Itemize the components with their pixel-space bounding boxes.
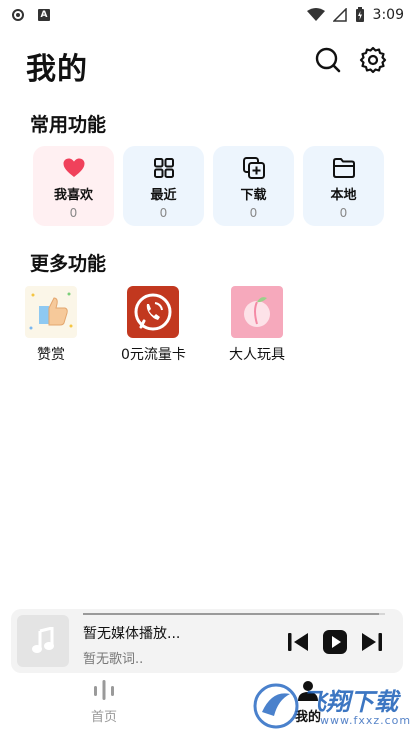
watermark: 飞翔下载 www.fxxz.com (250, 678, 410, 736)
player-lyrics: 暂无歌词.. (83, 652, 144, 667)
mini-player[interactable]: 暂无媒体播放... 暂无歌词.. (11, 609, 403, 673)
download-card[interactable]: 下载 0 (213, 146, 294, 226)
signal-icon (332, 8, 347, 22)
status-bar: A 3:09 (0, 0, 414, 30)
download-label: 下载 (240, 188, 267, 203)
recent-count: 0 (159, 206, 168, 220)
nav-home-label: 首页 (90, 710, 117, 725)
watermark-text: 飞翔下载 (302, 688, 398, 716)
favorites-card[interactable]: 我喜欢 0 (33, 146, 114, 226)
local-card[interactable]: 本地 0 (303, 146, 384, 226)
watermark-url: www.fxxz.com (320, 714, 412, 727)
data-card-item[interactable]: 0元流量卡 (121, 286, 186, 364)
wifi-icon (306, 8, 325, 21)
common-functions-title: 常用功能 (30, 114, 107, 136)
thumbs-up-icon (25, 286, 77, 338)
favorites-label: 我喜欢 (53, 188, 93, 203)
search-icon[interactable] (314, 46, 342, 74)
settings-icon[interactable] (359, 46, 387, 74)
phone-card-icon (127, 286, 180, 338)
more-functions-title: 更多功能 (30, 253, 107, 275)
data-card-label: 0元流量卡 (121, 347, 186, 363)
appreciate-label: 赞赏 (37, 347, 65, 363)
adult-toys-label: 大人玩具 (229, 347, 285, 363)
nav-home[interactable]: 首页 (64, 678, 144, 725)
local-count: 0 (339, 206, 348, 220)
grid-icon (153, 158, 174, 178)
adult-toys-item[interactable]: 大人玩具 (229, 286, 285, 364)
text-a-icon: A (38, 9, 50, 21)
play-icon[interactable] (322, 629, 348, 655)
download-icon (242, 157, 265, 179)
album-art[interactable] (17, 615, 69, 667)
appreciate-item[interactable]: 赞赏 (25, 286, 77, 364)
soundwave-icon (94, 680, 114, 700)
common-functions-row: 我喜欢 0 最近 0 下载 0 本地 0 (33, 146, 384, 226)
heart-icon (63, 158, 84, 177)
record-icon (12, 9, 24, 21)
next-icon[interactable] (359, 629, 385, 655)
player-progress-fill (83, 613, 379, 615)
player-progress-bar[interactable] (83, 613, 385, 615)
music-note-icon (32, 627, 54, 653)
recent-label: 最近 (150, 188, 177, 203)
favorites-count: 0 (69, 206, 78, 220)
player-title: 暂无媒体播放... (83, 626, 181, 642)
watermark-logo-icon (253, 683, 299, 729)
local-label: 本地 (330, 188, 357, 203)
status-time: 3:09 (372, 7, 404, 23)
peach-icon (231, 286, 283, 338)
download-count: 0 (249, 206, 258, 220)
previous-icon[interactable] (285, 629, 311, 655)
folder-icon (332, 158, 355, 178)
page-title: 我的 (26, 52, 88, 87)
recent-card[interactable]: 最近 0 (123, 146, 204, 226)
battery-icon (355, 7, 364, 22)
